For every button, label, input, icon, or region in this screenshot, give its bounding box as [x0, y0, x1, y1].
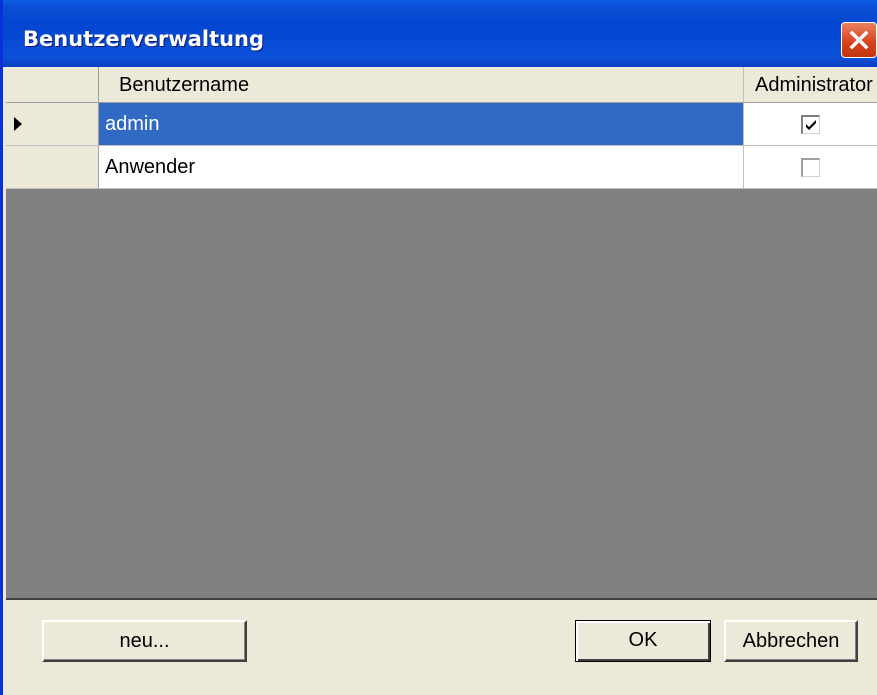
row-pointer-icon [14, 117, 22, 131]
checkmark-icon [806, 120, 816, 130]
users-grid[interactable]: Benutzername Administrator admin Anwende… [6, 67, 877, 600]
grid-header: Benutzername Administrator [6, 67, 877, 103]
username-cell[interactable]: admin [99, 103, 744, 145]
table-row[interactable]: admin [6, 103, 877, 146]
window-title: Benutzerverwaltung [23, 27, 265, 51]
close-icon [849, 30, 869, 50]
table-row[interactable]: Anwender [6, 146, 877, 189]
column-header-administrator-label: Administrator [755, 74, 873, 96]
row-selector[interactable] [6, 103, 99, 145]
column-header-username-label: Benutzername [119, 74, 250, 96]
administrator-cell[interactable] [744, 103, 877, 145]
column-header-administrator[interactable]: Administrator [744, 67, 877, 102]
close-button[interactable] [841, 22, 877, 58]
user-management-dialog: Benutzerverwaltung Benutzername Administ… [0, 0, 877, 695]
username-value: Anwender [105, 156, 196, 178]
administrator-cell[interactable] [744, 146, 877, 188]
administrator-checkbox[interactable] [801, 115, 820, 134]
ok-button[interactable]: OK [575, 620, 711, 662]
username-cell[interactable]: Anwender [99, 146, 744, 188]
row-header-corner [6, 67, 99, 102]
column-header-username[interactable]: Benutzername [99, 67, 744, 102]
username-value: admin [105, 113, 160, 135]
title-bar[interactable]: Benutzerverwaltung [3, 0, 877, 67]
new-user-button[interactable]: neu... [42, 620, 247, 662]
row-selector[interactable] [6, 146, 99, 188]
administrator-checkbox[interactable] [801, 158, 820, 177]
cancel-button[interactable]: Abbrechen [724, 620, 858, 662]
